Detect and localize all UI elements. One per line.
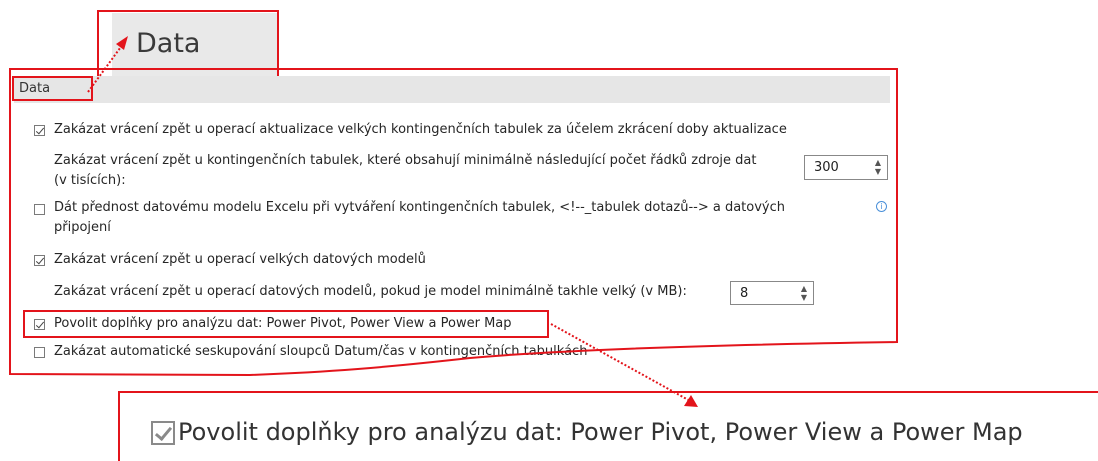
arrowhead-bottom-icon — [684, 395, 698, 407]
zoomed-enable-addins-label: Povolit doplňky pro analýzu dat: Power P… — [178, 418, 1023, 446]
zoomed-enable-addins-checkbox — [151, 421, 175, 445]
callout-outline — [9, 68, 898, 377]
callout-overlay — [9, 36, 1098, 461]
dotted-arrow-bottom — [550, 323, 693, 403]
arrowhead-top-icon — [116, 36, 128, 50]
